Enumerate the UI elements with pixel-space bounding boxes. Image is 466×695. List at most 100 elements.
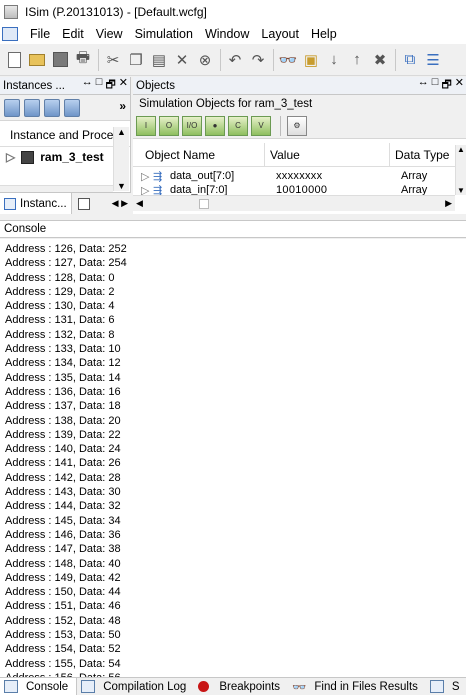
console-line: Address : 141, Data: 26 (5, 457, 121, 470)
scroll-left-icon[interactable]: ◀ (136, 198, 143, 209)
tab-find-in-files[interactable]: 👓 Find in Files Results (288, 678, 426, 695)
copy-button[interactable]: ❐ (126, 49, 146, 71)
restore-icon[interactable]: 🗗 (105, 76, 115, 95)
tile-windows-icon: ☰ (426, 51, 440, 69)
console-line: Address : 154, Data: 52 (5, 643, 121, 656)
tab-breakpoints[interactable]: Breakpoints (194, 678, 288, 695)
filter-variable-icon[interactable]: V (251, 115, 271, 136)
console-line: Address : 151, Data: 46 (5, 600, 121, 613)
find-prev-button[interactable]: ↑ (347, 49, 367, 71)
tab-label: Compilation Log (103, 680, 187, 693)
cascade-button[interactable]: ⧉ (400, 49, 420, 71)
binoculars-icon: 👓 (292, 681, 307, 694)
objects-horizontal-scrollbar[interactable]: ◀ ▶ (133, 195, 455, 211)
menu-window[interactable]: Window (199, 24, 255, 44)
refresh-icon[interactable] (64, 98, 80, 117)
console-output: Address : 126, Data: 252 Address : 127, D… (0, 239, 466, 677)
cancel-circle-icon: ⊗ (198, 51, 212, 69)
tab-console[interactable]: Console (0, 677, 78, 695)
column-data-type[interactable]: Data Type (390, 143, 450, 167)
tab-compilation-log[interactable]: Compilation Log (77, 678, 194, 695)
tree-column-header[interactable]: Instance and Proce (10, 128, 113, 142)
close-icon[interactable]: ✕ (455, 76, 464, 95)
redo-button[interactable]: ↷ (248, 49, 268, 71)
column-object-name[interactable]: Object Name (133, 142, 265, 167)
save-button[interactable] (50, 49, 70, 71)
signal-array-icon: ⇶ (153, 170, 163, 183)
binoculars-icon: 👓 (278, 51, 298, 69)
scroll-up-icon[interactable]: ▲ (114, 127, 129, 137)
console-line: Address : 146, Data: 36 (5, 528, 121, 541)
isim-window: ISim (P.20131013) - [Default.wcfg] File … (0, 0, 466, 695)
new-file-button[interactable] (4, 49, 24, 71)
paste-icon: ▤ (151, 51, 167, 69)
maximize-icon[interactable]: □ (432, 76, 439, 95)
instances-tree-header[interactable]: Instance and Proce (0, 123, 130, 147)
float-icon[interactable]: ↔ (418, 76, 429, 95)
console-line: Address : 155, Data: 54 (5, 657, 121, 670)
tab-label: Console (26, 680, 69, 693)
grid-tab-icon[interactable] (77, 197, 90, 210)
hierarchy-icon[interactable] (4, 98, 20, 117)
cut-button[interactable]: ✂ (103, 49, 123, 71)
cancel-button[interactable]: ⊗ (195, 49, 215, 71)
main-toolbar: 🖶 ✂ ❐ ▤ ✕ ⊗ ↶ ↷ 👓 ▣ ↓ ↑ ✖ ⧉ ☰ (0, 44, 466, 76)
save-icon (52, 52, 68, 67)
maximize-icon[interactable]: □ (96, 76, 103, 95)
table-row[interactable]: ▷ ⇶ data_in[7:0] 10010000 Array (133, 183, 466, 195)
paste-button[interactable]: ▤ (149, 49, 169, 71)
scroll-thumb[interactable] (199, 198, 209, 209)
filter-input-icon[interactable]: I (136, 115, 156, 136)
float-icon[interactable]: ↔ (82, 76, 93, 95)
signal-array-icon: ⇶ (153, 184, 163, 196)
filter-internal-icon[interactable]: ● (205, 115, 225, 136)
menu-help[interactable]: Help (305, 24, 343, 44)
open-file-button[interactable] (27, 49, 47, 71)
wave-window-icon[interactable] (2, 27, 18, 41)
console-line: Address : 131, Data: 6 (5, 314, 115, 327)
filter-inout-icon[interactable]: I/O (182, 115, 202, 136)
doc-list-icon[interactable] (44, 98, 60, 117)
scroll-up-icon[interactable]: ▲ (456, 145, 466, 154)
settings-icon[interactable]: ⚙ (287, 115, 307, 136)
bottom-tab-strip: Console Compilation Log Breakpoints 👓 Fi… (0, 677, 466, 695)
instances-horizontal-scrollbar[interactable] (0, 185, 113, 192)
object-type: Array (401, 184, 428, 195)
tree-item-ram-3-test[interactable]: ▷ ram_3_test (0, 147, 130, 167)
menu-layout[interactable]: Layout (255, 24, 305, 44)
find-button[interactable]: 👓 (278, 49, 298, 71)
instances-panel-header: Instances ... ↔ □ 🗗 ✕ (0, 76, 130, 95)
delete-button[interactable]: ✕ (172, 49, 192, 71)
cube-icon[interactable] (24, 98, 40, 117)
menu-simulation[interactable]: Simulation (129, 24, 199, 44)
menu-view[interactable]: View (90, 24, 129, 44)
expand-triangle-icon[interactable]: ▷ (133, 170, 149, 183)
table-row[interactable]: ▷ ⇶ data_out[7:0] xxxxxxxx Array (133, 169, 466, 183)
find-in-files-button[interactable]: ▣ (301, 49, 321, 71)
tab-instances[interactable]: Instanc... (0, 193, 72, 214)
find-next-button[interactable]: ↓ (324, 49, 344, 71)
chevron-right-more-icon[interactable]: » (119, 99, 126, 113)
print-button[interactable]: 🖶 (73, 49, 93, 71)
menu-file[interactable]: File (24, 24, 56, 44)
tab-search-results[interactable]: S (426, 678, 466, 695)
scroll-down-icon[interactable]: ▼ (114, 181, 129, 191)
objects-vertical-scrollbar[interactable]: ▲ ▼ (455, 145, 466, 195)
filter-output-icon[interactable]: O (159, 115, 179, 136)
clear-search-button[interactable]: ✖ (370, 49, 390, 71)
column-value[interactable]: Value (265, 142, 390, 167)
close-icon[interactable]: ✕ (119, 76, 128, 95)
chip-icon (21, 150, 35, 164)
menu-edit[interactable]: Edit (56, 24, 90, 44)
toolbar-separator (98, 48, 99, 71)
tile-button[interactable]: ☰ (423, 49, 443, 71)
filter-constant-icon[interactable]: C (228, 115, 248, 136)
scroll-down-icon[interactable]: ▼ (456, 186, 466, 195)
instances-vertical-scrollbar[interactable]: ▲ ▼ (113, 127, 129, 191)
expand-triangle-icon[interactable]: ▷ (6, 150, 15, 164)
undo-button[interactable]: ↶ (225, 49, 245, 71)
tab-scroll-arrows-icon[interactable]: ◀ ▶ (112, 198, 131, 209)
restore-icon[interactable]: 🗗 (441, 76, 451, 95)
expand-triangle-icon[interactable]: ▷ (133, 184, 149, 196)
scroll-right-icon[interactable]: ▶ (445, 198, 452, 209)
